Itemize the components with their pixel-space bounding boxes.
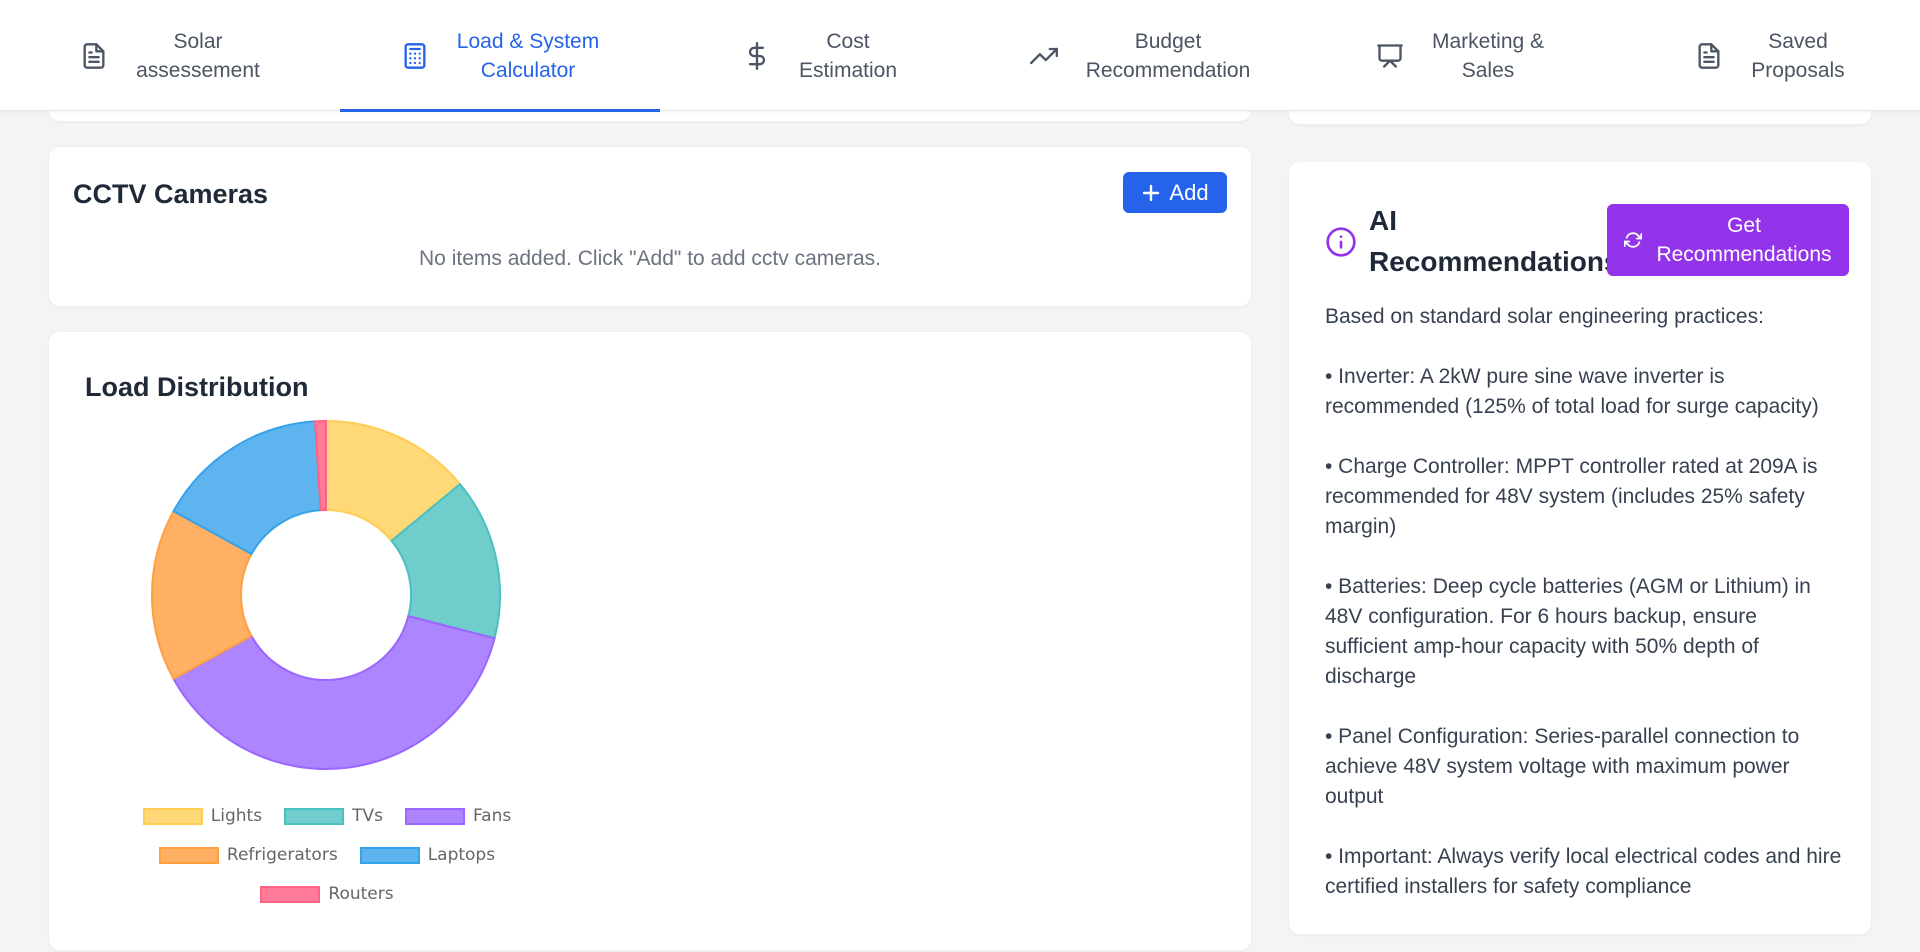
legend-label: Laptops bbox=[427, 845, 496, 865]
ai-intro: Based on standard solar engineering prac… bbox=[1325, 305, 1764, 328]
add-button[interactable]: Add bbox=[1123, 172, 1227, 213]
add-button-label: Add bbox=[1169, 179, 1209, 205]
legend-swatch bbox=[359, 846, 420, 864]
load-distribution-chart bbox=[151, 420, 501, 770]
legend-swatch bbox=[284, 807, 345, 825]
legend-label: Routers bbox=[328, 884, 394, 904]
legend-row: Refrigerators Laptops bbox=[49, 845, 605, 865]
get-recommendations-label: Get Recommendations bbox=[1656, 214, 1832, 266]
tab-budget-recommendation[interactable]: Budget Recommendation bbox=[980, 0, 1300, 111]
get-recommendations-button[interactable]: Get Recommendations bbox=[1607, 204, 1849, 276]
legend-item-tvs[interactable]: TVs bbox=[284, 806, 383, 826]
tab-label: Load & System Calculator bbox=[456, 29, 600, 82]
tab-marketing-sales[interactable]: Marketing & Sales bbox=[1300, 0, 1620, 111]
file-text-icon bbox=[1695, 42, 1723, 70]
presentation-icon bbox=[1376, 42, 1404, 70]
trending-up-icon bbox=[1029, 42, 1058, 70]
legend-label: TVs bbox=[352, 806, 383, 826]
tab-saved-proposals[interactable]: Saved Proposals bbox=[1620, 0, 1920, 111]
calculator-icon bbox=[401, 42, 429, 70]
tab-cost-estimation[interactable]: Cost Estimation bbox=[660, 0, 980, 111]
legend-swatch bbox=[260, 885, 321, 903]
legend-row: Routers bbox=[49, 884, 605, 904]
tab-label: Solar assessement bbox=[136, 29, 260, 82]
tab-solar-assessment[interactable]: Solar assessement bbox=[0, 0, 340, 111]
legend-swatch bbox=[158, 846, 219, 864]
file-text-icon bbox=[80, 42, 108, 70]
legend-label: Refrigerators bbox=[226, 845, 338, 865]
tab-label: Budget Recommendation bbox=[1085, 29, 1251, 82]
info-icon bbox=[1326, 227, 1356, 257]
ai-item: • Important: Always verify local electri… bbox=[1325, 845, 1842, 898]
ai-item: • Batteries: Deep cycle batteries (AGM o… bbox=[1325, 575, 1811, 688]
ai-recommendations-text: Based on standard solar engineering prac… bbox=[1325, 302, 1845, 932]
legend-swatch bbox=[404, 807, 465, 825]
empty-state-message: No items added. Click "Add" to add cctv … bbox=[419, 247, 881, 270]
legend-label: Fans bbox=[472, 806, 512, 826]
legend-row: Lights TVs Fans bbox=[49, 806, 605, 826]
ai-recommendations-card: AI Recommendations Get Recommendations B… bbox=[1288, 161, 1872, 935]
legend-item-laptops[interactable]: Laptops bbox=[359, 845, 496, 865]
legend-item-routers[interactable]: Routers bbox=[260, 884, 394, 904]
legend-item-refrigerators[interactable]: Refrigerators bbox=[158, 845, 338, 865]
legend-label: Lights bbox=[210, 806, 263, 826]
top-navigation: Solar assessement Load & System Calculat… bbox=[0, 0, 1920, 112]
legend-item-lights[interactable]: Lights bbox=[142, 806, 263, 826]
dollar-icon bbox=[743, 41, 771, 70]
ai-item: • Panel Configuration: Series-parallel c… bbox=[1325, 725, 1800, 808]
tab-label: Saved Proposals bbox=[1751, 29, 1845, 82]
section-title: CCTV Cameras bbox=[73, 179, 269, 209]
chart-title: Load Distribution bbox=[85, 372, 309, 402]
legend-swatch bbox=[142, 807, 203, 825]
ai-item: • Inverter: A 2kW pure sine wave inverte… bbox=[1325, 365, 1819, 418]
tab-load-system-calculator[interactable]: Load & System Calculator bbox=[340, 0, 660, 112]
ai-recommendations-title: AI Recommendations bbox=[1369, 205, 1620, 277]
plus-icon bbox=[1143, 184, 1160, 201]
ai-item: • Charge Controller: MPPT controller rat… bbox=[1325, 455, 1818, 538]
tab-label: Marketing & Sales bbox=[1431, 29, 1545, 82]
legend-item-fans[interactable]: Fans bbox=[404, 806, 512, 826]
tab-label: Cost Estimation bbox=[798, 29, 898, 82]
cctv-cameras-card: CCTV Cameras Add No items added. Click "… bbox=[48, 146, 1252, 307]
load-distribution-card: Load Distribution Lights TVs Fans Refrigera… bbox=[48, 331, 1252, 951]
refresh-icon bbox=[1624, 232, 1643, 248]
